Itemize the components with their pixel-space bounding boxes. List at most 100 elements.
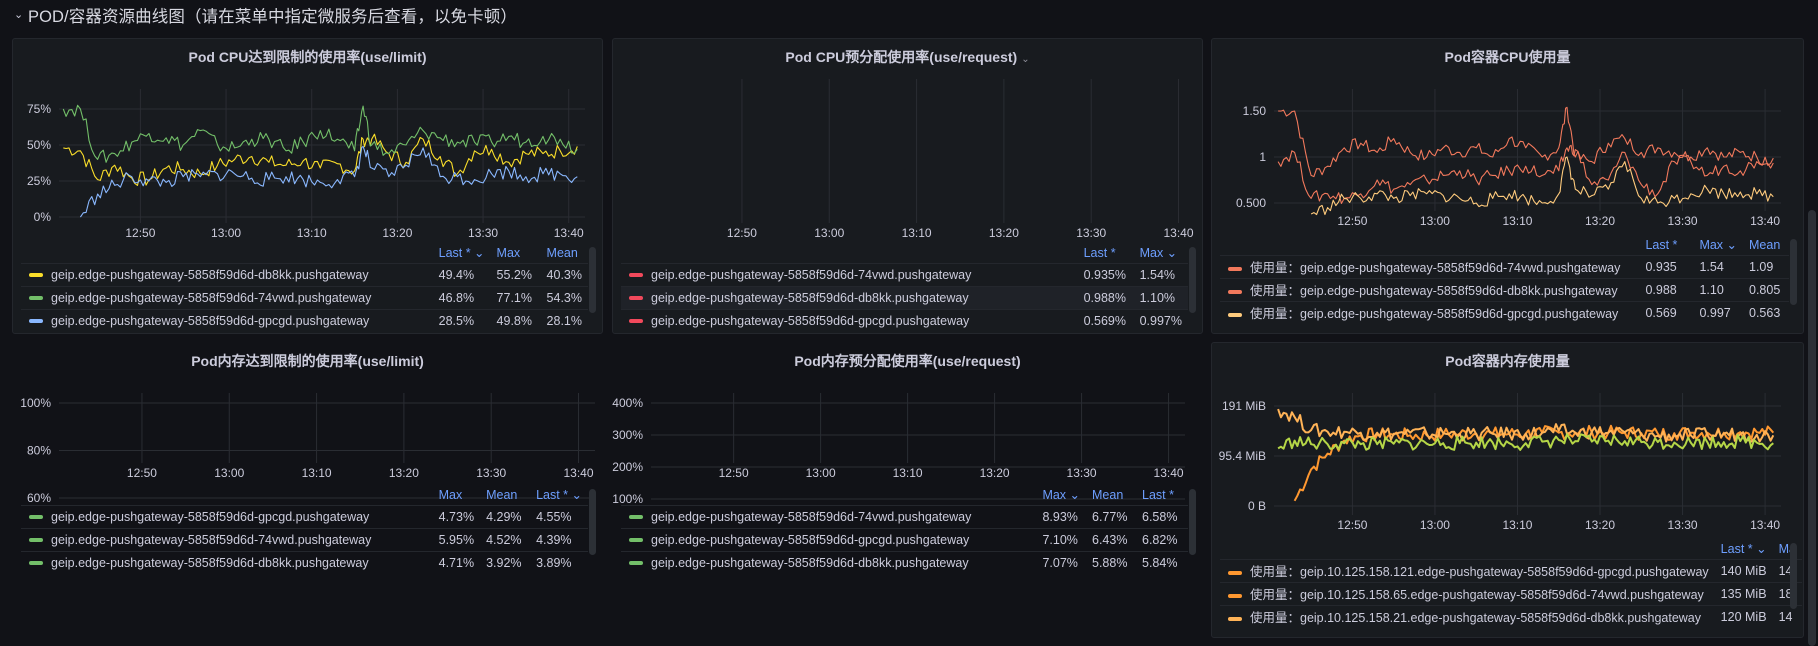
legend-row[interactable]: 使用量：geip.edge-pushgateway-5858f59d6d-db8… bbox=[1220, 277, 1789, 301]
legend-sort-header[interactable]: Max ⌄ bbox=[1036, 485, 1086, 505]
legend-header-spacer bbox=[621, 485, 1036, 505]
legend-sort-header[interactable]: Max ⌄ bbox=[1134, 243, 1188, 263]
legend-row[interactable]: 使用量：geip.10.125.158.21.edge-pushgateway-… bbox=[1220, 604, 1802, 628]
y-tick-label: 0.500 bbox=[1236, 196, 1266, 210]
series-name[interactable]: geip.edge-pushgateway-5858f59d6d-74vwd.p… bbox=[651, 268, 971, 282]
panel-container-memory: Pod容器内存使用量 0 B 95.4 MiB 191 MiB 12:50 13:00 1… bbox=[1211, 342, 1804, 638]
series-color-swatch[interactable] bbox=[29, 296, 43, 301]
series-color-swatch[interactable] bbox=[29, 515, 43, 520]
legend-row[interactable]: geip.edge-pushgateway-5858f59d6d-db8kk.p… bbox=[621, 550, 1188, 574]
x-tick-label: 13:30 bbox=[1076, 226, 1106, 240]
legend-row[interactable]: geip.edge-pushgateway-5858f59d6d-gpcgd.p… bbox=[621, 308, 1188, 332]
legend-value: 0.935% bbox=[1077, 262, 1134, 286]
legend-sort-header[interactable]: Last * bbox=[1078, 243, 1134, 263]
legend-row[interactable]: geip.edge-pushgateway-5858f59d6d-74vwd.p… bbox=[21, 527, 588, 551]
legend-sort-header[interactable]: Max bbox=[491, 243, 541, 263]
series-name[interactable]: 使用量：geip.edge-pushgateway-5858f59d6d-74v… bbox=[1250, 261, 1620, 275]
series-color-swatch[interactable] bbox=[1228, 616, 1242, 621]
legend-scrollbar[interactable] bbox=[589, 247, 596, 313]
series-name[interactable]: 使用量：geip.10.125.158.21.edge-pushgateway-… bbox=[1250, 611, 1701, 625]
series-name[interactable]: geip.edge-pushgateway-5858f59d6d-74vwd.p… bbox=[51, 533, 371, 547]
x-tick-label: 13:00 bbox=[214, 466, 244, 480]
legend-value: 40.3% bbox=[540, 262, 588, 286]
series-color-swatch[interactable] bbox=[629, 515, 643, 520]
legend-row[interactable]: geip.edge-pushgateway-5858f59d6d-db8kk.p… bbox=[21, 550, 588, 574]
y-tick-label: 0% bbox=[34, 210, 52, 224]
series-name[interactable]: geip.edge-pushgateway-5858f59d6d-gpcgd.p… bbox=[51, 510, 369, 524]
series-name[interactable]: geip.edge-pushgateway-5858f59d6d-db8kk.p… bbox=[651, 291, 969, 305]
legend-row[interactable]: geip.edge-pushgateway-5858f59d6d-74vwd.p… bbox=[621, 262, 1188, 286]
legend-row[interactable]: 使用量：geip.edge-pushgateway-5858f59d6d-gpc… bbox=[1220, 300, 1789, 324]
legend-row[interactable]: geip.edge-pushgateway-5858f59d6d-db8kk.p… bbox=[21, 262, 588, 286]
series-color-swatch[interactable] bbox=[29, 273, 43, 278]
series-color-swatch[interactable] bbox=[629, 319, 643, 324]
series-name[interactable]: 使用量：geip.edge-pushgateway-5858f59d6d-gpc… bbox=[1250, 307, 1618, 321]
legend-sort-header[interactable]: Mean bbox=[1743, 235, 1789, 255]
series-line[interactable] bbox=[79, 145, 578, 218]
series-color-swatch[interactable] bbox=[1228, 289, 1242, 294]
legend-row[interactable]: geip.edge-pushgateway-5858f59d6d-gpcgd.p… bbox=[21, 504, 588, 528]
legend-row[interactable]: 使用量：geip.edge-pushgateway-5858f59d6d-74v… bbox=[1220, 254, 1789, 278]
legend-scrollbar[interactable] bbox=[1790, 239, 1797, 305]
y-tick-label: 191 MiB bbox=[1222, 399, 1266, 413]
legend-sort-header[interactable]: Last * bbox=[1639, 235, 1693, 255]
series-color-swatch[interactable] bbox=[29, 538, 43, 543]
legend-scrollbar[interactable] bbox=[589, 489, 596, 555]
legend-sort-header[interactable]: Ma bbox=[1773, 539, 1802, 559]
legend-sort-header[interactable]: Last * ⌄ bbox=[1715, 539, 1773, 559]
series-color-swatch[interactable] bbox=[629, 561, 643, 566]
legend-scrollbar[interactable] bbox=[1189, 247, 1196, 313]
legend-sort-header[interactable]: Mean bbox=[541, 243, 588, 263]
legend-scrollbar[interactable] bbox=[1790, 543, 1797, 609]
y-tick-label: 50% bbox=[27, 138, 51, 152]
legend-sort-header[interactable]: Last * ⌄ bbox=[433, 243, 491, 263]
legend-value: 5.84% bbox=[1136, 550, 1188, 574]
page-scrollbar[interactable] bbox=[1808, 210, 1816, 646]
legend-value: 49.4% bbox=[432, 262, 491, 286]
series-name[interactable]: 使用量：geip.edge-pushgateway-5858f59d6d-db8… bbox=[1250, 284, 1618, 298]
series-color-swatch[interactable] bbox=[629, 538, 643, 543]
legend-sort-header[interactable]: Max bbox=[433, 485, 480, 505]
series-line[interactable] bbox=[1310, 156, 1774, 216]
series-color-swatch[interactable] bbox=[629, 273, 643, 278]
legend-scrollbar[interactable] bbox=[1189, 489, 1196, 555]
series-color-swatch[interactable] bbox=[1228, 570, 1242, 575]
row-header-toggle[interactable]: ⌄ POD/容器资源曲线图（请在菜单中指定微服务后查看，以免卡顿） bbox=[14, 3, 517, 27]
x-tick-label: 13:00 bbox=[1420, 518, 1450, 532]
series-color-swatch[interactable] bbox=[29, 561, 43, 566]
series-name[interactable]: geip.edge-pushgateway-5858f59d6d-db8kk.p… bbox=[51, 268, 369, 282]
series-name[interactable]: 使用量：geip.10.125.158.65.edge-pushgateway-… bbox=[1250, 588, 1704, 602]
series-name[interactable]: geip.edge-pushgateway-5858f59d6d-db8kk.p… bbox=[651, 556, 969, 570]
legend-row[interactable]: 使用量：geip.10.125.158.65.edge-pushgateway-… bbox=[1220, 581, 1802, 605]
series-color-swatch[interactable] bbox=[29, 319, 43, 324]
y-tick-label: 1.50 bbox=[1243, 104, 1267, 118]
legend-sort-header[interactable]: Mean bbox=[1086, 485, 1136, 505]
series-color-swatch[interactable] bbox=[629, 296, 643, 301]
legend-row[interactable]: geip.edge-pushgateway-5858f59d6d-db8kk.p… bbox=[621, 285, 1188, 309]
series-name[interactable]: geip.edge-pushgateway-5858f59d6d-74vwd.p… bbox=[651, 510, 971, 524]
series-color-swatch[interactable] bbox=[1228, 312, 1242, 317]
legend-row[interactable]: 使用量：geip.10.125.158.121.edge-pushgateway… bbox=[1220, 558, 1802, 582]
series-name[interactable]: geip.edge-pushgateway-5858f59d6d-gpcgd.p… bbox=[651, 533, 969, 547]
legend-sort-header[interactable]: Last * ⌄ bbox=[530, 485, 588, 505]
legend-value: 4.71% bbox=[432, 550, 481, 574]
legend-value: 0.997 bbox=[1693, 300, 1743, 324]
series-name[interactable]: 使用量：geip.10.125.158.121.edge-pushgateway… bbox=[1250, 565, 1709, 579]
legend-row[interactable]: geip.edge-pushgateway-5858f59d6d-74vwd.p… bbox=[621, 504, 1188, 528]
legend-row[interactable]: geip.edge-pushgateway-5858f59d6d-74vwd.p… bbox=[21, 285, 588, 309]
legend-value: 28.5% bbox=[432, 308, 491, 332]
legend-sort-header[interactable]: Mean bbox=[480, 485, 530, 505]
series-name[interactable]: geip.edge-pushgateway-5858f59d6d-74vwd.p… bbox=[51, 291, 371, 305]
legend-header-spacer bbox=[21, 243, 433, 263]
series-name[interactable]: geip.edge-pushgateway-5858f59d6d-gpcgd.p… bbox=[651, 314, 969, 328]
series-name[interactable]: geip.edge-pushgateway-5858f59d6d-db8kk.p… bbox=[51, 556, 369, 570]
x-tick-label: 13:40 bbox=[1750, 518, 1780, 532]
legend-row[interactable]: geip.edge-pushgateway-5858f59d6d-gpcgd.p… bbox=[621, 527, 1188, 551]
legend-sort-header[interactable]: Max ⌄ bbox=[1693, 235, 1743, 255]
legend-sort-header[interactable]: Last * bbox=[1136, 485, 1188, 505]
legend-row[interactable]: geip.edge-pushgateway-5858f59d6d-gpcgd.p… bbox=[21, 308, 588, 332]
series-name[interactable]: geip.edge-pushgateway-5858f59d6d-gpcgd.p… bbox=[51, 314, 369, 328]
x-tick-label: 13:20 bbox=[389, 466, 419, 480]
series-color-swatch[interactable] bbox=[1228, 266, 1242, 271]
series-color-swatch[interactable] bbox=[1228, 593, 1242, 598]
